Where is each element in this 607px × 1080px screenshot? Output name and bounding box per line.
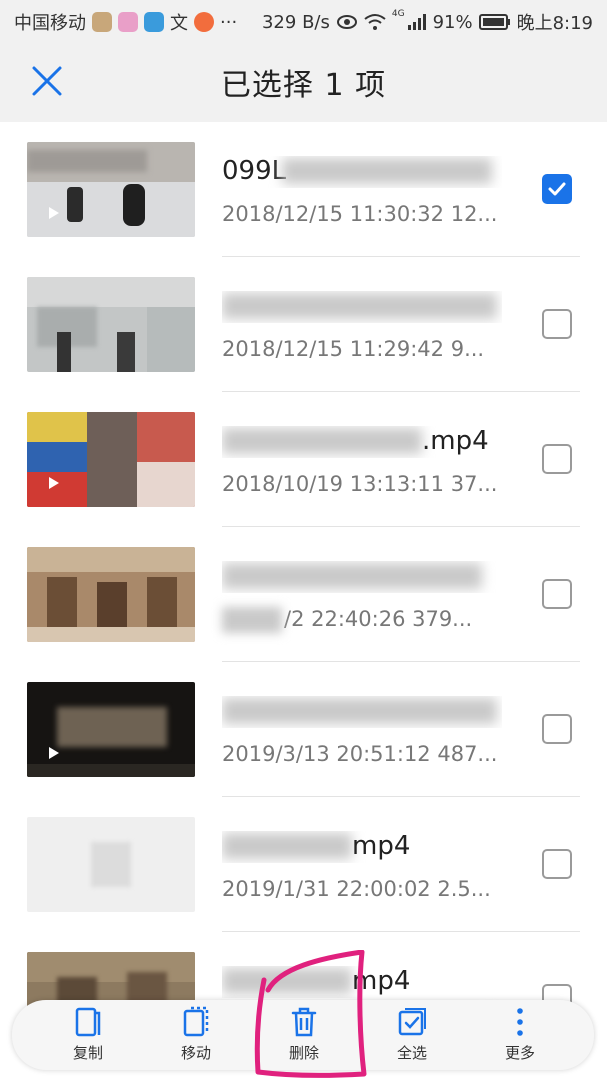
- play-icon: [49, 207, 59, 219]
- file-meta: 2018/12/15 11:29:42 9...: [222, 337, 485, 361]
- select-all-button[interactable]: 全选: [362, 1006, 462, 1066]
- list-item[interactable]: /2 22:40:26 379...: [0, 527, 607, 662]
- more-button[interactable]: 更多: [470, 1006, 570, 1066]
- move-button[interactable]: 移动: [146, 1006, 246, 1066]
- blurred-text: [222, 563, 482, 589]
- more-label: 更多: [504, 1044, 535, 1062]
- select-checkbox[interactable]: [542, 714, 572, 744]
- more-notifications-icon: ···: [220, 11, 238, 33]
- video-thumbnail: [27, 277, 195, 372]
- wifi-icon: [364, 14, 386, 30]
- video-thumbnail: [27, 547, 195, 642]
- file-name: .mp4: [222, 426, 502, 458]
- file-meta: 2018/12/15 11:30:32 12...: [222, 202, 498, 226]
- status-bar: 中国移动 文 ··· 329 B/s 4G 91% 晚上8:19: [0, 0, 607, 40]
- file-meta: 2019/3/13 20:51:12 487...: [222, 742, 498, 766]
- file-name-text: mp4: [352, 831, 411, 861]
- battery-icon: [478, 14, 510, 30]
- eye-icon: [336, 15, 357, 29]
- file-meta-text: /2 22:40:26 379...: [284, 607, 473, 631]
- file-meta: 2018/10/19 13:13:11 37...: [222, 472, 498, 496]
- blurred-text: [222, 607, 282, 633]
- file-name: mp4: [222, 966, 502, 998]
- app-notification-icon: [144, 12, 164, 32]
- blurred-text: [222, 428, 422, 454]
- signal-icon: [407, 14, 426, 30]
- more-vertical-icon: [517, 1008, 523, 1036]
- delete-label: 删除: [288, 1044, 319, 1062]
- select-checkbox[interactable]: [542, 579, 572, 609]
- network-speed: 329 B/s: [261, 11, 330, 33]
- file-name: [222, 291, 502, 323]
- file-meta: /2 22:40:26 379...: [222, 607, 473, 633]
- translate-icon: 文: [170, 13, 188, 34]
- clock: 晚上8:19: [516, 13, 593, 34]
- list-item[interactable]: 2018/12/15 11:29:42 9...: [0, 257, 607, 392]
- play-icon: [49, 747, 59, 759]
- delete-button[interactable]: 删除: [254, 1006, 354, 1066]
- app-notification-icon: [92, 12, 112, 32]
- trash-icon: [291, 1007, 317, 1037]
- list-item[interactable]: mp4 2019/1/31 22:00:02 2.5...: [0, 797, 607, 932]
- file-name: 099L: [222, 156, 502, 188]
- page-title: 已选择 1 项: [220, 68, 387, 103]
- video-thumbnail: [27, 682, 195, 777]
- select-checkbox[interactable]: [542, 309, 572, 339]
- select-all-icon: [398, 1008, 426, 1036]
- copy-button[interactable]: 复制: [38, 1006, 138, 1066]
- move-icon: [183, 1006, 209, 1037]
- app-notification-icon: [118, 12, 138, 32]
- blurred-text: [282, 158, 492, 184]
- bottom-toolbar: 复制 移动 删除 全选 更多: [12, 1000, 594, 1070]
- video-thumbnail: [27, 412, 195, 507]
- move-label: 移动: [180, 1044, 211, 1062]
- video-thumbnail: [27, 142, 195, 237]
- network-type: 4G: [391, 9, 405, 19]
- app-notification-icon: [194, 12, 214, 32]
- play-icon: [49, 477, 59, 489]
- selection-header: 已选择 1 项: [0, 40, 607, 122]
- file-name-text: mp4: [352, 966, 411, 996]
- file-name: [222, 561, 502, 593]
- select-all-label: 全选: [396, 1044, 427, 1062]
- file-name: [222, 696, 502, 728]
- file-name-text: 099L: [222, 156, 287, 186]
- carrier-label: 中国移动: [14, 13, 86, 34]
- blurred-text: [222, 698, 497, 724]
- blurred-text: [222, 968, 352, 994]
- file-name: mp4: [222, 831, 502, 863]
- copy-label: 复制: [72, 1044, 103, 1062]
- blurred-text: [222, 833, 352, 859]
- battery-percent: 91%: [432, 11, 473, 33]
- select-checkbox[interactable]: [542, 444, 572, 474]
- list-item[interactable]: .mp4 2018/10/19 13:13:11 37...: [0, 392, 607, 527]
- select-checkbox[interactable]: [542, 849, 572, 879]
- list-item[interactable]: 2019/3/13 20:51:12 487...: [0, 662, 607, 797]
- select-checkbox[interactable]: [542, 174, 572, 204]
- file-name-text: .mp4: [422, 426, 489, 456]
- blurred-text: [222, 293, 497, 319]
- video-thumbnail: [27, 817, 195, 912]
- copy-icon: [75, 1007, 101, 1037]
- file-meta: 2019/1/31 22:00:02 2.5...: [222, 877, 491, 901]
- list-item[interactable]: 099L 2018/12/15 11:30:32 12...: [0, 122, 607, 257]
